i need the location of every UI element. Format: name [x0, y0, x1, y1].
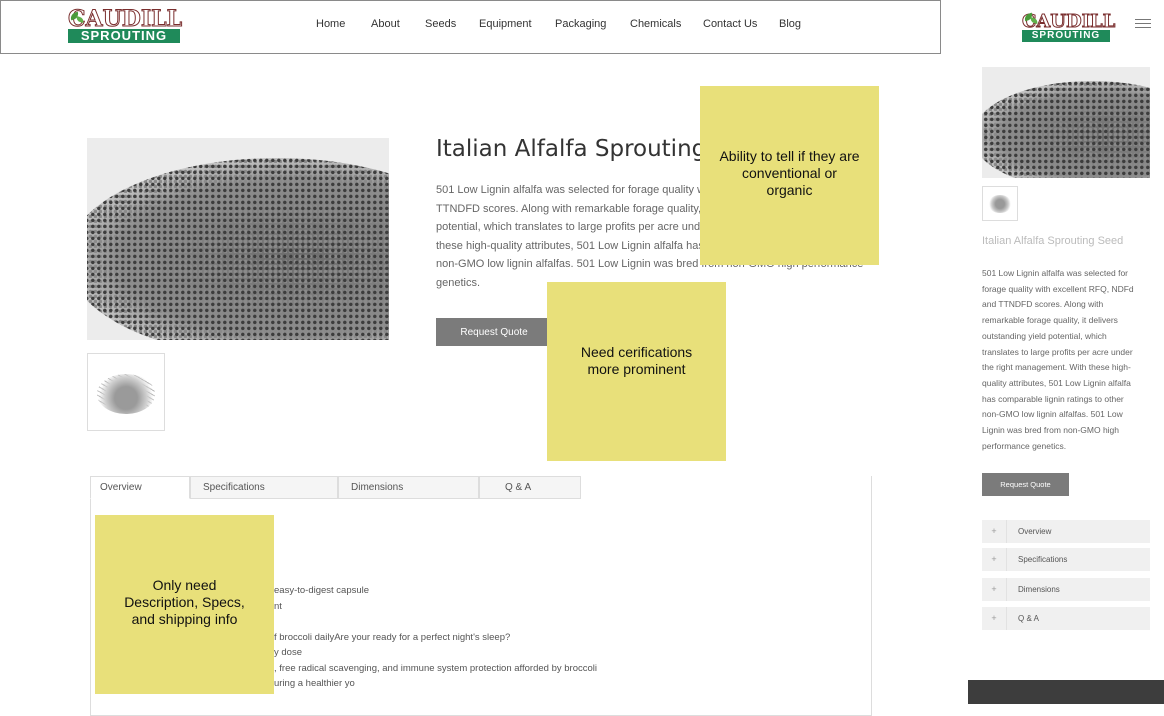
- seed-thumbnail-image: [988, 195, 1012, 213]
- accordion-label: Dimensions: [1018, 585, 1060, 594]
- overview-line: y dose: [274, 647, 302, 658]
- note-line: and shipping info: [131, 611, 238, 627]
- accordion-dimensions[interactable]: + Dimensions: [982, 578, 1150, 601]
- logo-top: CAUDILL: [67, 6, 183, 32]
- mobile-brand-logo[interactable]: CAUDILL SPROUTING: [1021, 12, 1116, 42]
- overview-line: , free radical scavenging, and immune sy…: [274, 662, 597, 674]
- overview-line: [274, 614, 597, 630]
- accordion-specifications[interactable]: + Specifications: [982, 548, 1150, 571]
- mobile-footer: [968, 680, 1164, 704]
- mobile-description-line: translates to large profits per acre und…: [982, 346, 1133, 357]
- request-quote-button[interactable]: Request Quote: [436, 318, 552, 346]
- mobile-logo-top: CAUDILL: [1021, 12, 1115, 31]
- mobile-description-line: forage quality with excellent RFQ, NDFd: [982, 283, 1134, 294]
- tab-specifications[interactable]: Specifications: [190, 476, 338, 499]
- nav-home[interactable]: Home: [316, 18, 345, 30]
- nav-contact-us[interactable]: Contact Us: [703, 18, 757, 30]
- nav-chemicals[interactable]: Chemicals: [630, 18, 681, 30]
- hamburger-menu-icon[interactable]: [1135, 19, 1151, 29]
- brand-logo[interactable]: CAUDILL SPROUTING: [67, 6, 183, 43]
- note-line: Only need: [152, 577, 217, 593]
- mobile-description-line: 501 Low Lignin alfalfa was selected for: [982, 268, 1129, 278]
- mobile-description-line: has comparable lignin ratings to other: [982, 393, 1124, 404]
- logo-wordmark: CAUDILL: [67, 6, 183, 32]
- nav-blog[interactable]: Blog: [779, 18, 801, 30]
- note-line: Ability to tell if they are: [719, 148, 860, 164]
- logo-subtitle: SPROUTING: [68, 29, 180, 43]
- accordion-label: Overview: [1018, 527, 1052, 536]
- plus-icon: +: [982, 607, 1007, 630]
- product-thumbnail[interactable]: [87, 353, 165, 431]
- seed-pile-image: [982, 81, 1150, 178]
- accordion-overview[interactable]: + Overview: [982, 520, 1150, 543]
- note-line: Need cerifications: [580, 344, 693, 360]
- mobile-description-line: quality attributes, 501 Low Lignin alfal…: [982, 377, 1131, 388]
- mobile-product-title: Italian Alfalfa Sprouting Seed: [982, 235, 1124, 247]
- seed-pile-image: [87, 158, 389, 340]
- nav-packaging[interactable]: Packaging: [555, 18, 606, 30]
- note-line: organic: [766, 182, 813, 198]
- mobile-product-thumbnail[interactable]: [982, 186, 1018, 221]
- overview-line: uring a healthier yo: [274, 678, 355, 689]
- note-line: Description, Specs,: [124, 594, 245, 610]
- plus-icon: +: [982, 578, 1007, 601]
- nav-seeds[interactable]: Seeds: [425, 18, 456, 30]
- tab-q-and-a[interactable]: Q & A: [479, 476, 581, 499]
- mobile-request-quote-button[interactable]: Request Quote: [982, 473, 1069, 496]
- mobile-logo-subtitle: SPROUTING: [1022, 30, 1110, 42]
- mobile-product-description: 501 Low Lignin alfalfa was selected for …: [982, 266, 1154, 454]
- plus-icon: +: [982, 520, 1007, 543]
- accordion-label: Q & A: [1018, 614, 1039, 623]
- nav-about[interactable]: About: [371, 18, 400, 30]
- sticky-note-tabs: Only need Description, Specs, and shippi…: [95, 515, 274, 694]
- tab-dimensions[interactable]: Dimensions: [338, 476, 479, 499]
- nav-equipment[interactable]: Equipment: [479, 18, 532, 30]
- accordion-label: Specifications: [1018, 555, 1068, 564]
- overview-line: nt: [274, 600, 282, 612]
- note-line: more prominent: [587, 361, 686, 377]
- mobile-description-line: the right management. With these high-: [982, 362, 1131, 373]
- product-main-image[interactable]: [87, 138, 389, 340]
- plus-icon: +: [982, 548, 1007, 571]
- mobile-description-line: remarkable forage quality, it delivers: [982, 315, 1118, 326]
- accordion-q-and-a[interactable]: + Q & A: [982, 607, 1150, 630]
- overview-line: easy-to-digest capsule: [274, 585, 370, 596]
- mobile-description-line: and TTNDFD scores. Along with: [982, 299, 1104, 310]
- mobile-description-line: Lignin was bred from non-GMO high: [982, 425, 1120, 436]
- sticky-note-organic: Ability to tell if they are conventional…: [700, 86, 879, 265]
- tab-overview[interactable]: Overview: [90, 476, 190, 499]
- sticky-note-certifications: Need cerifications more prominent: [547, 282, 726, 461]
- sprouts-thumbnail-image: [97, 374, 155, 414]
- site-header: CAUDILL SPROUTING Home About Seeds Equip…: [0, 0, 941, 54]
- mobile-product-image[interactable]: [982, 67, 1150, 178]
- overview-line: f broccoli dailyAre your ready for a per…: [274, 631, 511, 643]
- mobile-description-line: outstanding yield potential, which: [982, 330, 1107, 341]
- mobile-description-line: performance genetics.: [982, 440, 1067, 451]
- mobile-description-line: non-GMO low lignin alfalfas. 501 Low: [982, 409, 1123, 420]
- note-line: conventional or: [742, 165, 837, 181]
